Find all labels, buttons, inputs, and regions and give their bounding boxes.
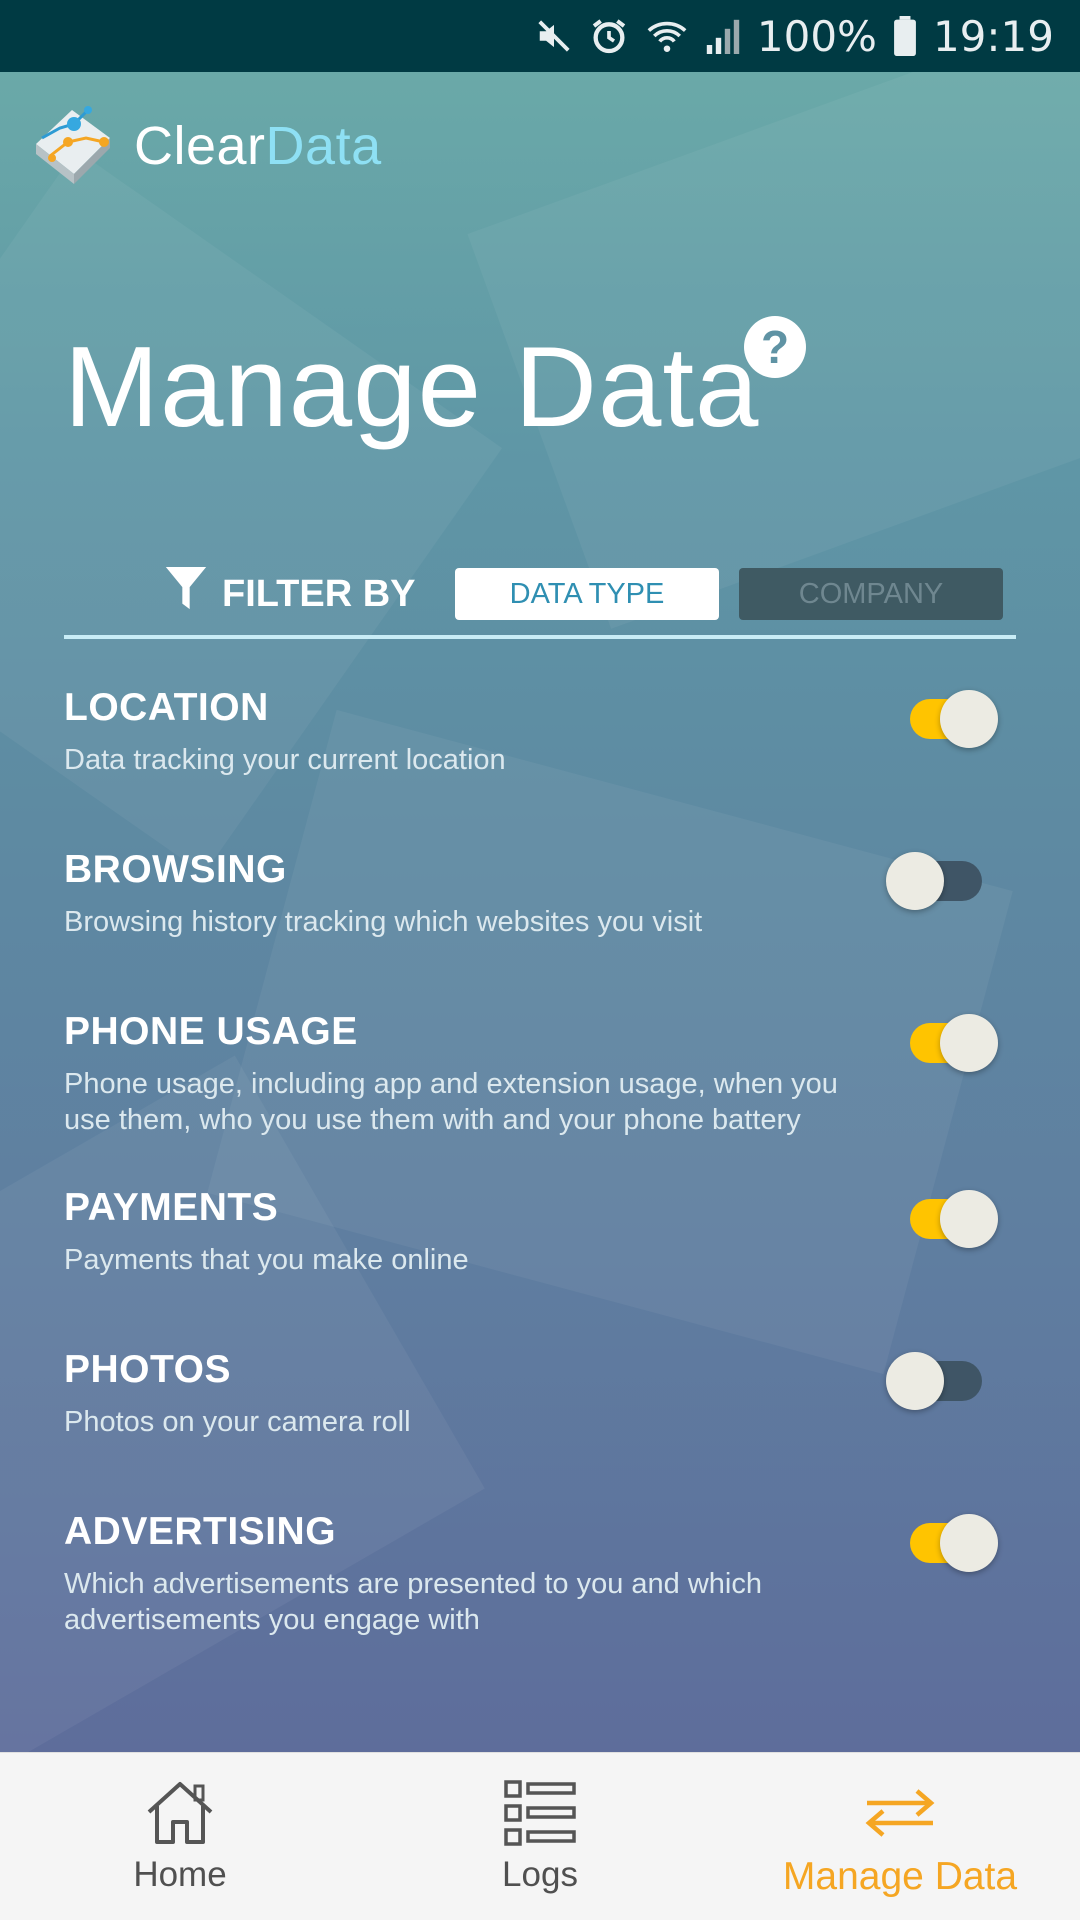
filter-label: FILTER BY [164,554,416,634]
location-toggle[interactable] [902,684,1006,754]
filter-company-button[interactable]: COMPANY [739,568,1003,620]
battery-percent: 100% [756,11,877,61]
toggle-knob [940,1190,998,1248]
item-title: PHONE USAGE [64,1010,358,1053]
data-type-item-browsing: BROWSING Browsing history tracking which… [64,848,1016,940]
filter-icon [164,565,208,623]
filter-divider [64,635,1016,639]
app-name: ClearData [134,115,382,177]
bottom-navigation: Home Logs Manage Data [0,1752,1080,1920]
item-title: BROWSING [64,848,287,891]
swap-arrows-icon [863,1777,937,1849]
status-bar: 100% 19:19 [0,0,1080,72]
alarm-icon [589,16,629,56]
toggle-knob [886,852,944,910]
item-description: Data tracking your current location [64,744,506,776]
item-title: ADVERTISING [64,1510,337,1553]
toggle-knob [886,1352,944,1410]
toggle-knob [940,1514,998,1572]
item-description: Photos on your camera roll [64,1406,411,1438]
app-name-data: Data [265,115,382,176]
help-icon[interactable]: ? [744,316,806,378]
item-description: Which advertisements are presented to yo… [64,1568,762,1636]
wifi-icon [645,16,689,56]
item-title: PHOTOS [64,1348,231,1391]
filter-label-text: FILTER BY [222,572,416,615]
phone-usage-toggle[interactable] [902,1008,1006,1078]
filter-bar: FILTER BY DATA TYPE COMPANY [0,554,1080,634]
data-type-item-advertising: ADVERTISING Which advertisements are pre… [64,1510,1016,1638]
item-title: PAYMENTS [64,1186,279,1229]
payments-toggle[interactable] [902,1184,1006,1254]
data-type-item-photos: PHOTOS Photos on your camera roll [64,1348,1016,1440]
home-icon [143,1777,217,1849]
nav-manage-data[interactable]: Manage Data [760,1753,1040,1920]
signal-icon [705,16,741,56]
data-type-item-location: LOCATION Data tracking your current loca… [64,686,1016,778]
mute-icon [535,17,573,55]
main-content: ClearData Manage Data ? FILTER BY DATA T… [0,72,1080,1752]
app-name-clear: Clear [134,115,266,176]
item-description: Payments that you make online [64,1244,469,1276]
data-type-item-payments: PAYMENTS Payments that you make online [64,1186,1016,1278]
item-description: Browsing history tracking which websites… [64,906,703,938]
nav-logs[interactable]: Logs [470,1753,610,1920]
item-title: LOCATION [64,686,269,729]
toggle-knob [940,690,998,748]
nav-manage-data-label: Manage Data [782,1855,1018,1898]
clock: 19:19 [932,11,1054,61]
list-icon [504,1777,576,1849]
screen: 100% 19:19 ClearData Manage Data ? FILTE… [0,0,1080,1920]
nav-home-label: Home [133,1855,227,1894]
data-type-item-phone-usage: PHONE USAGE Phone usage, including app a… [64,1010,1016,1138]
page-title: Manage Data [64,324,760,451]
app-logo: ClearData [30,98,382,193]
nav-home[interactable]: Home [110,1753,250,1920]
advertising-toggle[interactable] [902,1508,1006,1578]
browsing-toggle[interactable] [886,846,1006,916]
cleardata-logo-icon [30,98,120,193]
item-description: Phone usage, including app and extension… [64,1068,838,1136]
battery-icon [893,16,917,56]
filter-data-type-button[interactable]: DATA TYPE [455,568,719,620]
photos-toggle[interactable] [886,1346,1006,1416]
nav-logs-label: Logs [502,1855,578,1894]
toggle-knob [940,1014,998,1072]
